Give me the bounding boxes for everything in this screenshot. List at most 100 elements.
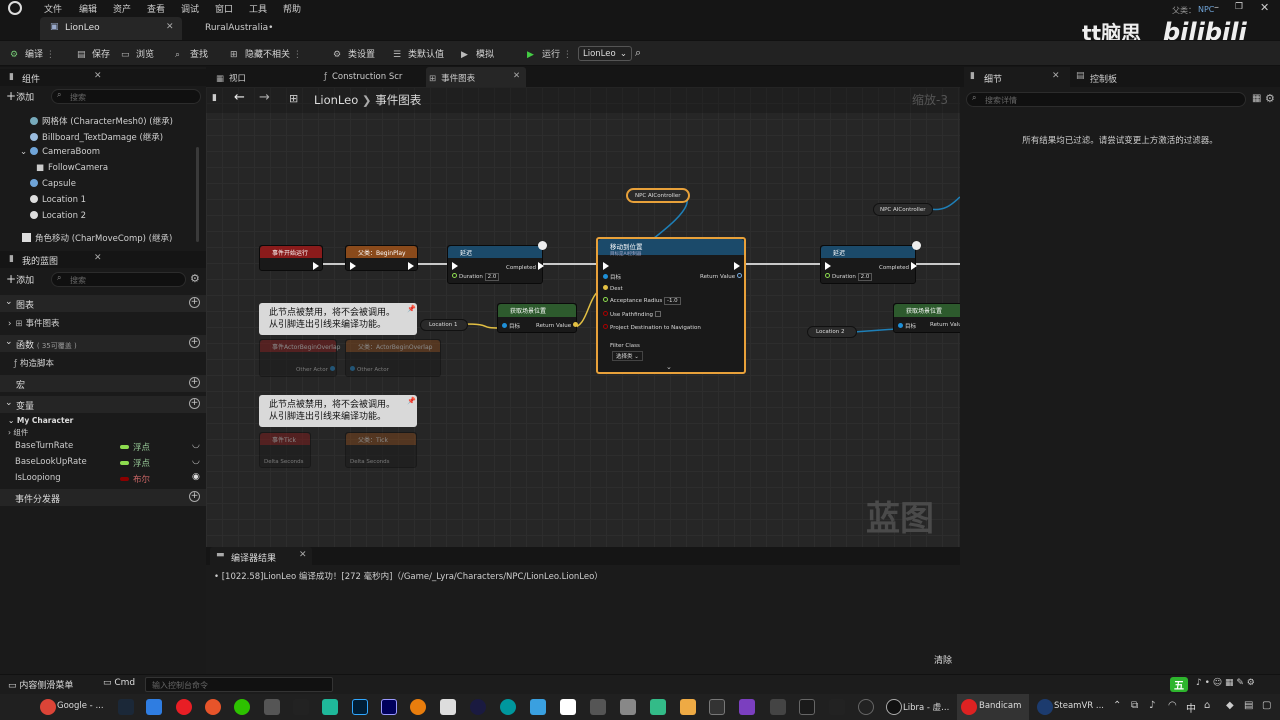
category-components[interactable]: › 组件	[8, 427, 28, 438]
delay-node[interactable]: 延迟 Completed Duration 2.0	[447, 241, 547, 284]
maximize-icon[interactable]: ❐	[1235, 2, 1243, 12]
hide-unrelated-button[interactable]: ⊞ 隐藏不相关 ⋮	[230, 47, 302, 60]
camera-icon[interactable]	[264, 699, 280, 715]
variable-row[interactable]: BaseLookUpRate	[15, 457, 87, 467]
tab-ruralaustralia[interactable]: RuralAustralia•	[190, 17, 310, 40]
settings-gear-icon[interactable]: ⚙	[190, 272, 200, 285]
exec-out-pin[interactable]	[408, 262, 414, 270]
delta-seconds-pin[interactable]: Delta Seconds	[350, 459, 390, 465]
component-item[interactable]: 网格体 (CharacterMesh0) (继承)	[30, 115, 173, 127]
wechat-icon[interactable]	[234, 699, 250, 715]
menu-edit[interactable]: 编辑	[79, 2, 97, 15]
app-icon-i[interactable]	[770, 699, 786, 715]
exec-in-pin[interactable]	[350, 262, 356, 270]
unreal-editor-icon[interactable]	[886, 699, 902, 715]
menu-asset[interactable]: 资产	[113, 2, 131, 15]
return-value-pin[interactable]: Return Value	[700, 273, 744, 280]
steam-icon[interactable]	[118, 699, 134, 715]
ime-toolbar-icons[interactable]: ♪ • ☺ ▦ ✎ ⚙	[1196, 678, 1255, 688]
pin-icon[interactable]: 📌	[407, 397, 416, 405]
arduino-icon[interactable]	[500, 699, 516, 715]
steamvr-task-label[interactable]: SteamVR ...	[1054, 701, 1104, 711]
ime-mode-badge[interactable]: 五	[1170, 677, 1188, 692]
dest-pin[interactable]: Dest	[603, 285, 623, 292]
app-tray-icon[interactable]: ◆	[1226, 700, 1234, 711]
menu-window[interactable]: 窗口	[215, 2, 233, 15]
unreal-logo-icon[interactable]	[8, 1, 22, 15]
debug-search-icon[interactable]: ⌕	[635, 46, 641, 60]
components-search-input[interactable]: ⌕ 搜索	[51, 89, 201, 104]
tab-compiler-results[interactable]: ▬ 编译器结果 ✕	[210, 547, 312, 565]
details-search-input[interactable]: ⌕ 搜索详情	[966, 92, 1246, 107]
exec-out-pin[interactable]	[734, 262, 740, 270]
project-destination-pin[interactable]: Project Destination to Navigation	[603, 324, 701, 331]
close-window-icon[interactable]: ✕	[1260, 1, 1269, 14]
save-button[interactable]: ▤ 保存	[77, 47, 110, 60]
target-pin[interactable]: 目标	[502, 322, 520, 330]
minimize-icon[interactable]: –	[1214, 2, 1219, 13]
get-world-location-node[interactable]: 获取场景位置 目标 Return Value	[497, 303, 578, 333]
epic-games-icon[interactable]	[829, 699, 845, 715]
eye-closed-icon[interactable]: ◡	[192, 456, 200, 466]
component-item[interactable]: Capsule	[30, 179, 76, 189]
move-to-location-node[interactable]: 移动到位置 目标是AI控制器 目标 Return Value Dest Accep…	[596, 237, 746, 374]
component-item[interactable]: 角色移动 (CharMoveComp) (继承)	[22, 232, 172, 244]
use-pathfinding-pin[interactable]: Use Pathfinding	[603, 311, 661, 318]
get-world-location-node-2[interactable]: 获取场景位置 目标 Return Value	[893, 303, 960, 333]
app-icon-d[interactable]	[560, 699, 576, 715]
blueprint-search-input[interactable]: ⌕ 搜索	[51, 272, 186, 287]
clear-button[interactable]: 清除	[934, 653, 952, 666]
photoshop-icon[interactable]	[352, 699, 368, 715]
location2-variable-node[interactable]: Location 2	[807, 326, 857, 338]
menu-tools[interactable]: 工具	[249, 2, 267, 15]
chrome-task-label[interactable]: Google - ...	[57, 701, 104, 711]
npc-aicontroller-node-2[interactable]: NPC AIController	[873, 203, 933, 216]
app-icon-c[interactable]	[530, 699, 546, 715]
app-icon-a[interactable]	[322, 699, 338, 715]
completed-pin[interactable]: Completed	[879, 262, 917, 271]
table-view-icon[interactable]: ▦	[1252, 93, 1261, 104]
app-icon-b[interactable]	[440, 699, 456, 715]
components-scrollbar[interactable]	[196, 147, 199, 242]
add-graph-icon[interactable]: +	[189, 297, 200, 308]
menu-help[interactable]: 帮助	[283, 2, 301, 15]
section-event-dispatchers[interactable]: 事件分发器 +	[0, 489, 206, 506]
section-functions[interactable]: ⌄ 函数 ( 35可覆盖 ) +	[0, 335, 206, 352]
exec-in-pin[interactable]	[452, 262, 458, 270]
completed-pin[interactable]: Completed	[506, 262, 544, 271]
close-tab-icon[interactable]: ✕	[513, 71, 520, 81]
filter-class-pin[interactable]: Filter Class	[610, 343, 640, 349]
close-panel-icon[interactable]: ✕	[94, 253, 102, 263]
chrome-icon[interactable]	[40, 699, 56, 715]
pin-icon[interactable]: 📌	[407, 305, 416, 313]
audition-icon[interactable]	[381, 699, 397, 715]
exec-in-pin[interactable]	[825, 262, 831, 270]
exec-in-pin[interactable]	[603, 262, 609, 270]
acceptance-value[interactable]: -1.0	[663, 297, 681, 305]
speaker-icon[interactable]: ♪	[1149, 700, 1155, 711]
compile-button[interactable]: ⚙ 编译 ⋮	[10, 47, 55, 60]
variable-type[interactable]: 浮点	[120, 457, 150, 469]
filter-class-select[interactable]: 选择类 ⌄	[612, 351, 643, 361]
menu-file[interactable]: 文件	[44, 2, 62, 15]
add-macro-icon[interactable]: +	[189, 377, 200, 388]
app-icon-g[interactable]	[650, 699, 666, 715]
tab-event-graph[interactable]: ⊞ 事件图表 ✕	[426, 67, 526, 87]
davinci-icon[interactable]	[470, 699, 486, 715]
debug-target-select[interactable]: LionLeo ⌄	[578, 46, 632, 61]
keyboard-icon[interactable]: ▤	[1244, 700, 1253, 711]
component-item[interactable]: Location 2	[30, 211, 86, 221]
return-value-pin[interactable]: Return Value	[930, 322, 960, 328]
eye-closed-icon[interactable]: ◡	[192, 440, 200, 450]
event-graph-item[interactable]: › ⊞ 事件图表	[8, 317, 60, 329]
app-icon-e[interactable]	[590, 699, 606, 715]
acceptance-radius-pin[interactable]: Acceptance Radius -1.0	[603, 297, 681, 305]
section-macros[interactable]: 宏 +	[0, 375, 206, 392]
exec-out-pin[interactable]	[313, 262, 319, 270]
blender-icon[interactable]	[410, 699, 426, 715]
unreal-icon[interactable]	[858, 699, 874, 715]
component-item[interactable]: Location 1	[30, 195, 86, 205]
console-input[interactable]: 输入控制台命令	[145, 677, 333, 692]
visual-studio-icon[interactable]	[739, 699, 755, 715]
add-dispatcher-icon[interactable]: +	[189, 491, 200, 502]
